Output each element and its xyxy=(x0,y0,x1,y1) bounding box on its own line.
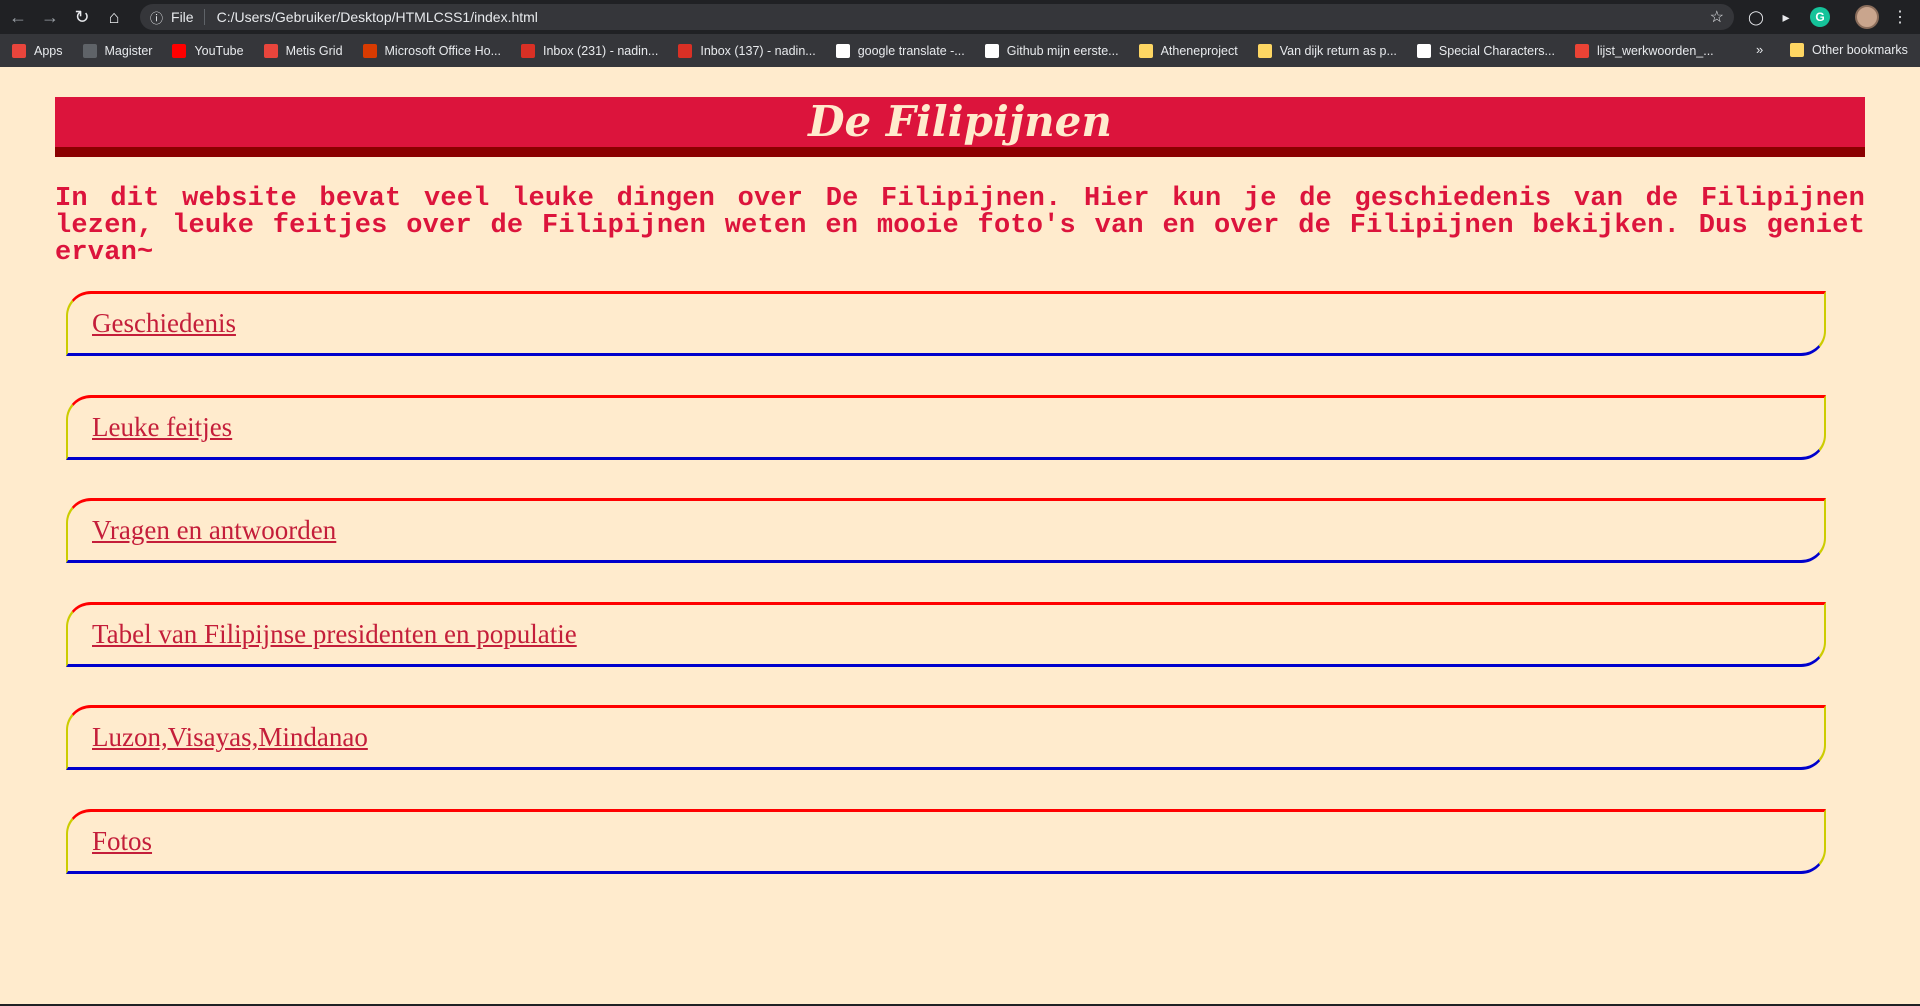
bookmark-label: Special Characters... xyxy=(1438,43,1555,58)
folder-icon xyxy=(1138,43,1153,58)
nav-link[interactable]: Luzon,Visayas,Mindanao xyxy=(92,722,368,753)
nav-item: Luzon,Visayas,Mindanao xyxy=(66,705,1826,770)
office-icon xyxy=(362,43,377,58)
browser-toolbar: ← → ↻ ⌂ ⓘ File C:/Users/Gebruiker/Deskto… xyxy=(0,0,1920,34)
gmail-icon xyxy=(678,43,693,58)
nav-link[interactable]: Fotos xyxy=(92,826,152,857)
github-icon xyxy=(984,43,999,58)
youtube-icon xyxy=(172,43,187,58)
bookmark-label: Microsoft Office Ho... xyxy=(384,43,501,58)
grammarly-icon[interactable]: G xyxy=(1810,7,1830,27)
nav-item: Tabel van Filipijnse presidenten en popu… xyxy=(66,601,1826,667)
kebab-menu-icon[interactable]: ⋮ xyxy=(1892,7,1908,27)
bookmark-label: Metis Grid xyxy=(285,43,343,58)
folder-icon xyxy=(1790,43,1804,57)
bookmark-item[interactable]: Metis Grid xyxy=(263,43,343,58)
bookmark-item[interactable]: Van dijk return as p... xyxy=(1257,43,1397,58)
nav-link[interactable]: Vragen en antwoorden xyxy=(92,515,336,546)
more-bookmarks-icon[interactable]: » xyxy=(1756,42,1763,57)
page-title: De Filipijnen xyxy=(808,97,1112,146)
nav-link[interactable]: Tabel van Filipijnse presidenten en popu… xyxy=(92,619,577,650)
nav-item: Leuke feitjes xyxy=(66,394,1826,460)
bookmark-item[interactable]: Inbox (231) - nadin... xyxy=(520,43,659,58)
bookmark-item[interactable]: Magister xyxy=(82,43,153,58)
bookmark-item[interactable]: Apps xyxy=(12,43,63,58)
folder-icon xyxy=(1257,43,1272,58)
bookmark-item[interactable]: Microsoft Office Ho... xyxy=(362,43,501,58)
extension-bulb-icon[interactable]: ◯ xyxy=(1746,7,1766,27)
bookmark-item[interactable]: Special Characters... xyxy=(1416,43,1555,58)
bookmark-label: lijst_werkwoorden_... xyxy=(1596,43,1714,58)
back-button[interactable]: ← xyxy=(4,3,32,31)
nav-item: Vragen en antwoorden xyxy=(66,498,1826,563)
bookmark-item[interactable]: YouTube xyxy=(172,43,244,58)
bookmark-label: Inbox (231) - nadin... xyxy=(542,43,659,58)
bookmark-label: YouTube xyxy=(194,43,244,58)
bookmark-item[interactable]: Github mijn eerste... xyxy=(984,43,1119,58)
nav-item: Geschiedenis xyxy=(66,291,1826,356)
nav-item: Fotos xyxy=(66,808,1826,874)
magister-icon xyxy=(82,43,97,58)
nav-list: Geschiedenis Leuke feitjes Vragen en antwo… xyxy=(66,291,1826,912)
pin-icon xyxy=(1574,43,1589,58)
profile-avatar[interactable] xyxy=(1855,5,1879,29)
bookmark-star-icon[interactable]: ☆ xyxy=(1710,7,1724,27)
metis-icon xyxy=(263,43,278,58)
home-button[interactable]: ⌂ xyxy=(100,3,128,31)
bookmark-label: Apps xyxy=(34,43,63,58)
globe-icon xyxy=(1416,43,1431,58)
apps-grid-icon xyxy=(12,43,26,58)
forward-button[interactable]: → xyxy=(36,3,64,31)
url-text[interactable]: C:/Users/Gebruiker/Desktop/HTMLCSS1/inde… xyxy=(217,9,538,25)
address-bar[interactable]: ⓘ File C:/Users/Gebruiker/Desktop/HTMLCS… xyxy=(140,4,1734,30)
other-bookmarks[interactable]: Other bookmarks xyxy=(1790,43,1908,57)
intro-paragraph: In dit website bevat veel leuke dingen o… xyxy=(55,184,1865,268)
bookmark-label: Atheneproject xyxy=(1160,43,1238,58)
reload-button[interactable]: ↻ xyxy=(68,3,96,31)
bookmark-item[interactable]: lijst_werkwoorden_... xyxy=(1574,43,1714,58)
bookmark-item[interactable]: Atheneproject xyxy=(1138,43,1238,58)
page-header: De Filipijnen xyxy=(55,97,1865,157)
gmail-icon xyxy=(520,43,535,58)
bookmark-item[interactable]: google translate -... xyxy=(835,43,965,58)
nav-link[interactable]: Leuke feitjes xyxy=(92,412,232,443)
url-scheme: File xyxy=(171,9,205,25)
bookmark-label: Inbox (137) - nadin... xyxy=(700,43,816,58)
info-icon[interactable]: ⓘ xyxy=(150,8,163,27)
other-bookmarks-label: Other bookmarks xyxy=(1812,43,1908,57)
bookmark-label: Magister xyxy=(104,43,153,58)
bookmark-label: Github mijn eerste... xyxy=(1006,43,1119,58)
nav-link[interactable]: Geschiedenis xyxy=(92,308,236,339)
extension-play-icon[interactable]: ▸ xyxy=(1776,7,1796,27)
bookmark-label: Van dijk return as p... xyxy=(1279,43,1397,58)
bookmark-label: google translate -... xyxy=(857,43,965,58)
google-icon xyxy=(835,43,850,58)
bookmarks-bar: Apps Magister YouTube Metis Grid Microsoft O… xyxy=(0,34,1920,67)
bookmark-item[interactable]: Inbox (137) - nadin... xyxy=(678,43,816,58)
